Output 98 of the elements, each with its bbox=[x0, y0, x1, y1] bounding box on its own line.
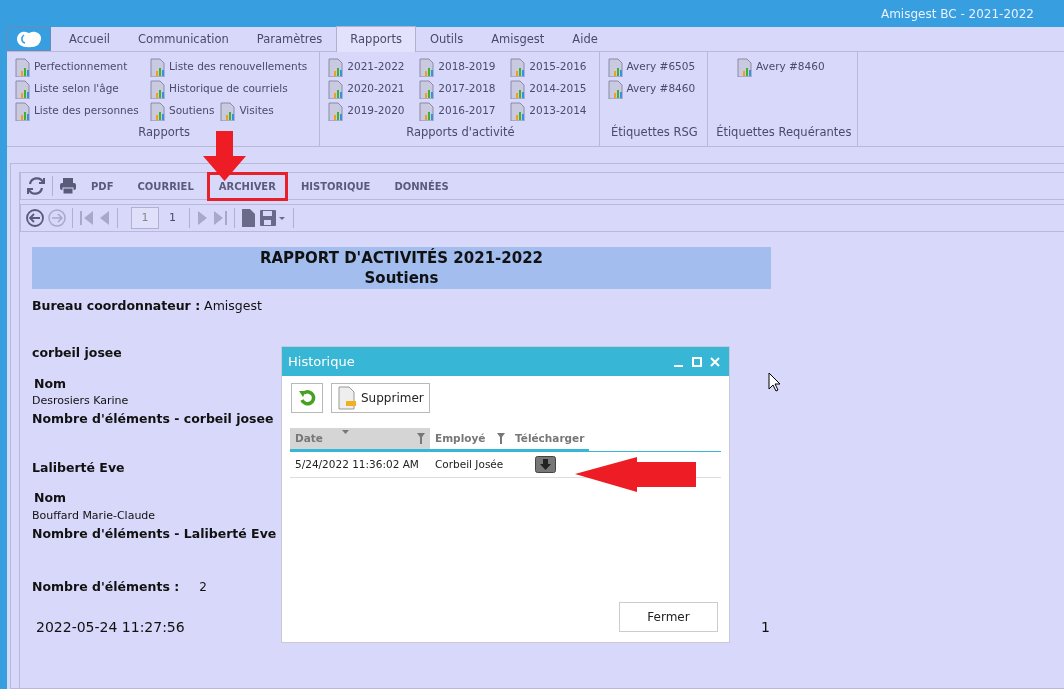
refresh-icon[interactable] bbox=[297, 388, 317, 408]
report-document-icon bbox=[220, 101, 236, 121]
download-button[interactable] bbox=[535, 456, 556, 473]
refresh-button[interactable] bbox=[291, 383, 323, 413]
page-number: 1 bbox=[761, 618, 770, 637]
report-item[interactable]: 2015-2016 bbox=[510, 57, 593, 77]
cloud-logo-icon bbox=[14, 29, 44, 49]
person-heading: corbeil josee bbox=[32, 343, 122, 362]
person-heading: Laliberté Eve bbox=[32, 458, 125, 477]
delete-button[interactable]: Supprimer bbox=[331, 383, 430, 413]
field-label: Nom bbox=[34, 374, 67, 393]
app-menu-button[interactable] bbox=[7, 27, 51, 51]
report-document-icon bbox=[419, 79, 435, 99]
report-item[interactable]: Avery #6505 bbox=[607, 57, 702, 77]
report-item[interactable]: Perfectionnement bbox=[15, 57, 150, 77]
last-page-button[interactable] bbox=[213, 209, 229, 227]
column-header[interactable]: Télécharger bbox=[510, 428, 590, 449]
report-item[interactable]: Avery #8460 bbox=[736, 57, 831, 77]
report-item[interactable]: 2016-2017 bbox=[419, 101, 511, 121]
report-item[interactable]: 2014-2015 bbox=[510, 79, 593, 99]
report-document-icon bbox=[510, 101, 526, 121]
ribbon-tab[interactable]: Rapports bbox=[336, 26, 416, 52]
toolbar-button[interactable]: HISTORIQUE bbox=[289, 172, 382, 200]
ribbon-tab[interactable]: Amisgest bbox=[477, 27, 559, 51]
report-item[interactable]: 2018-2019 bbox=[419, 57, 511, 77]
ribbon-group-label: Étiquettes RSG bbox=[610, 124, 699, 141]
total-value: 2 bbox=[199, 579, 207, 597]
filter-icon[interactable] bbox=[417, 433, 425, 444]
report-item[interactable]: Soutiens bbox=[150, 101, 221, 121]
toolbar-button[interactable]: COURRIEL bbox=[126, 172, 205, 200]
report-item[interactable]: 2019-2020 bbox=[328, 101, 420, 121]
close-icon[interactable] bbox=[709, 355, 721, 368]
ribbon-tab[interactable]: Accueil bbox=[55, 27, 125, 51]
report-document-icon bbox=[15, 57, 30, 77]
report-item[interactable]: Liste selon l'âge bbox=[15, 79, 150, 99]
report-document-icon bbox=[150, 101, 165, 121]
report-document-icon bbox=[510, 79, 526, 99]
back-button[interactable] bbox=[25, 208, 45, 228]
report-item[interactable]: 2017-2018 bbox=[419, 79, 511, 99]
column-header[interactable]: Employé bbox=[430, 428, 510, 449]
toolbar-button[interactable]: DONNÉES bbox=[383, 172, 460, 200]
page-count: 1 bbox=[168, 209, 177, 226]
report-document-icon bbox=[328, 101, 344, 121]
print-button[interactable] bbox=[58, 176, 78, 196]
field-value: Desrosiers Karine bbox=[32, 393, 129, 410]
sort-arrow-icon bbox=[342, 430, 349, 434]
report-document-icon bbox=[328, 79, 344, 99]
report-item[interactable]: 2013-2014 bbox=[510, 101, 593, 121]
first-page-button[interactable] bbox=[78, 209, 94, 227]
table-cell-text: Corbeil Josée bbox=[434, 456, 505, 472]
toolbar-button[interactable]: PDF bbox=[80, 172, 125, 200]
report-document-icon bbox=[419, 57, 435, 77]
ribbon-tab[interactable]: Outils bbox=[415, 27, 478, 51]
report-item[interactable]: 2021-2022 bbox=[328, 57, 420, 77]
count-label: Nombre d'éléments - corbeil josee bbox=[32, 409, 274, 428]
ribbon-group-label: Rapports bbox=[137, 124, 191, 141]
report-item[interactable]: Liste des renouvellements bbox=[150, 57, 314, 77]
filter-icon[interactable] bbox=[497, 433, 505, 444]
report-document-icon bbox=[15, 101, 30, 121]
report-item[interactable]: Visites bbox=[220, 101, 280, 121]
report-item[interactable]: Avery #8460 bbox=[607, 79, 702, 99]
office-line: Bureau coordonnateur : Amisgest bbox=[32, 297, 262, 315]
field-value: Bouffard Marie-Claude bbox=[32, 508, 156, 524]
document-icon[interactable] bbox=[337, 386, 357, 410]
report-document-icon bbox=[328, 57, 344, 77]
ribbon-tab[interactable]: Paramètres bbox=[242, 27, 337, 51]
report-document-icon bbox=[736, 57, 752, 77]
report-document-icon bbox=[150, 79, 165, 99]
print-timestamp: 2022-05-24 11:27:56 bbox=[36, 618, 185, 637]
close-button[interactable]: Fermer bbox=[619, 602, 718, 632]
report-subtitle: Soutiens bbox=[363, 268, 440, 288]
field-label: Nom bbox=[34, 489, 67, 508]
ribbon-group-label: Rapports d'activité bbox=[405, 124, 516, 141]
dialog-title: Historique bbox=[288, 352, 356, 371]
report-item[interactable]: 2020-2021 bbox=[328, 79, 420, 99]
report-document-icon bbox=[419, 101, 435, 121]
report-document-icon bbox=[607, 57, 623, 77]
report-document-icon bbox=[150, 57, 165, 77]
table-cell-text: 5/24/2022 11:36:02 AM bbox=[294, 456, 420, 472]
refresh-button[interactable] bbox=[25, 175, 47, 197]
report-item[interactable]: Liste des personnes bbox=[15, 101, 150, 121]
annotation-arrow-icon bbox=[203, 131, 246, 181]
total-label: Nombre d'éléments : bbox=[32, 578, 180, 597]
page-setup-button[interactable] bbox=[240, 208, 256, 228]
save-button[interactable] bbox=[258, 208, 288, 228]
annotation-arrow-icon bbox=[575, 457, 696, 492]
window-title: Amisgest BC - 2021-2022 bbox=[880, 5, 1034, 23]
mouse-cursor-icon bbox=[768, 372, 781, 392]
count-label: Nombre d'éléments - Laliberté Eve bbox=[32, 524, 277, 543]
ribbon-group-label: Étiquettes Requérantes bbox=[716, 124, 852, 141]
report-document-icon bbox=[607, 79, 623, 99]
report-document-icon bbox=[510, 57, 526, 77]
report-title: RAPPORT D'ACTIVITÉS 2021-2022 bbox=[258, 248, 545, 268]
report-document-icon bbox=[15, 79, 30, 99]
ribbon-tab[interactable]: Aide bbox=[558, 27, 612, 51]
maximize-icon[interactable] bbox=[691, 355, 703, 368]
report-item[interactable]: Historique de courriels bbox=[150, 79, 294, 99]
ribbon-tab[interactable]: Communication bbox=[124, 27, 243, 51]
